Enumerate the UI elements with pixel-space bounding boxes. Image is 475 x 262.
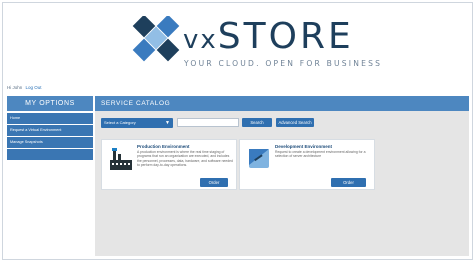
sidebar-nav: Home Request a Virtual Environment Manag… <box>7 113 93 161</box>
vxstore-logo: vxSTORE YOUR CLOUD. OPEN FOR BUSINESS <box>130 16 380 76</box>
category-select[interactable]: Select a Category ▼ <box>101 118 173 128</box>
catalog-card-production: Production Environment A production envi… <box>101 139 237 190</box>
catalog-card-description: Request to create a development environm… <box>275 150 366 159</box>
diamond-logo-icon <box>132 16 180 62</box>
sidebar-item-empty <box>7 149 93 160</box>
search-button[interactable]: Search <box>242 118 272 127</box>
catalog-title: SERVICE CATALOG <box>95 96 469 111</box>
user-greeting: Hi John <box>7 85 23 90</box>
logout-link[interactable]: Log Out <box>26 85 42 90</box>
caret-down-icon: ▼ <box>165 120 170 126</box>
advanced-search-button[interactable]: Advanced Search <box>276 118 314 127</box>
development-icon <box>249 149 269 168</box>
sidebar-item-home[interactable]: Home <box>7 113 93 124</box>
catalog-card-title: Production Environment <box>137 144 190 149</box>
brand-tagline: YOUR CLOUD. OPEN FOR BUSINESS <box>184 59 383 68</box>
search-input[interactable] <box>177 118 239 127</box>
catalog-card-title: Development Environment <box>275 144 333 149</box>
brand-name: vxSTORE <box>183 16 354 57</box>
sidebar-item-manage-snapshots[interactable]: Manage Snapshots <box>7 137 93 148</box>
user-bar: Hi John Log Out <box>7 85 42 90</box>
catalog-card-development: Development Environment Request to creat… <box>239 139 375 190</box>
sidebar-item-request-virtual-environment[interactable]: Request a Virtual Environment <box>7 125 93 136</box>
factory-icon <box>110 148 132 170</box>
order-button[interactable]: Order <box>331 178 366 187</box>
catalog-panel: Select a Category ▼ Search Advanced Sear… <box>95 111 469 256</box>
order-button[interactable]: Order <box>200 178 228 187</box>
sidebar-title: MY OPTIONS <box>7 96 93 111</box>
catalog-card-description: A production environment is where the re… <box>137 150 233 167</box>
category-select-value: Select a Category <box>104 120 136 125</box>
